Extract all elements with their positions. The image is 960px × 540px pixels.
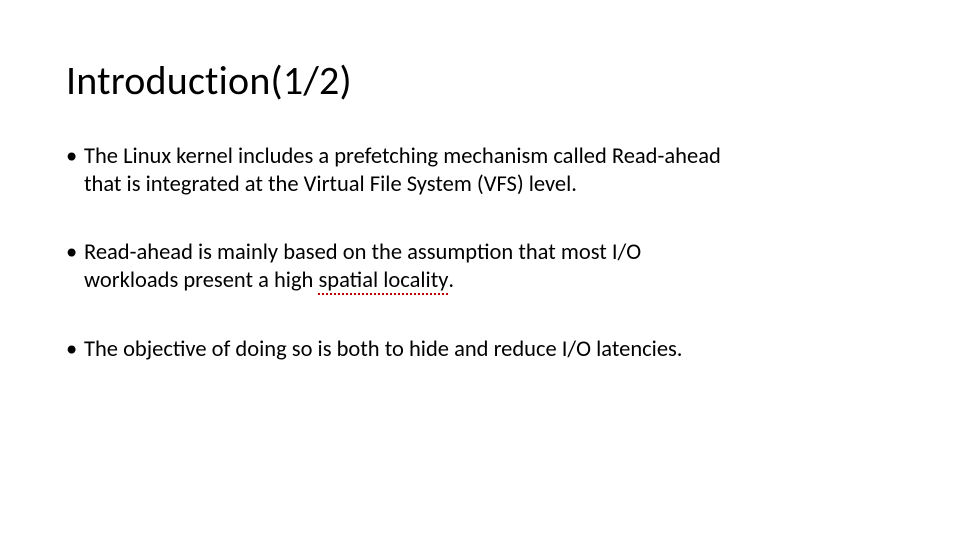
bullet-item: The objective of doing so is both to hid… bbox=[66, 336, 894, 364]
bullet-text-line2: that is integrated at the Virtual File S… bbox=[84, 171, 894, 199]
spellcheck-underline: spatial locality bbox=[318, 270, 448, 295]
bullet-text-line2: workloads present a high spatial localit… bbox=[84, 267, 894, 295]
bullet-text-line1: Read-ahead is mainly based on the assump… bbox=[84, 239, 641, 266]
bullet-text-fragment: workloads present a high bbox=[84, 267, 318, 294]
slide-title: Introduction(1/2) bbox=[66, 56, 894, 105]
bullet-list: The Linux kernel includes a prefetching … bbox=[66, 143, 894, 364]
bullet-text-line1: The Linux kernel includes a prefetching … bbox=[84, 143, 721, 170]
bullet-item: Read-ahead is mainly based on the assump… bbox=[66, 239, 894, 295]
bullet-item: The Linux kernel includes a prefetching … bbox=[66, 143, 894, 199]
slide: Introduction(1/2) The Linux kernel inclu… bbox=[0, 0, 960, 364]
bullet-text-line1: The objective of doing so is both to hid… bbox=[84, 336, 683, 363]
bullet-text-fragment: . bbox=[448, 267, 454, 294]
